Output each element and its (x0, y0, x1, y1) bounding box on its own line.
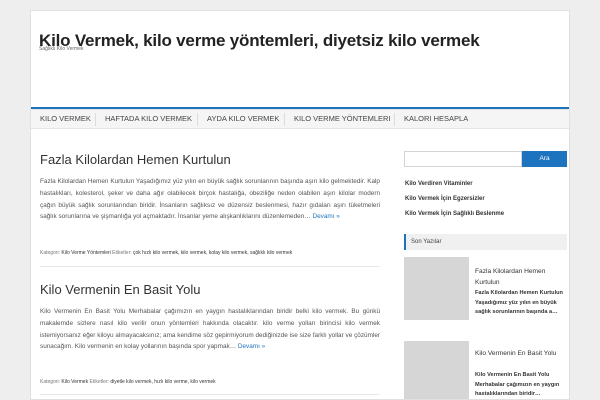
site-description: Sağlıklı Kilo Vermek (39, 46, 84, 52)
recent-post-excerpt: Fazla Kilolardan Hemen Kurtulun Yaşadığı… (475, 290, 563, 316)
meta-tags-links[interactable]: çok hızlı kilo vermek, kilo vermek, kola… (133, 250, 292, 256)
nav-item-kalori-hesapla[interactable]: Kalori Hesapla (404, 110, 468, 129)
post-excerpt: Kilo Vermenin En Basit Yolu Merhabalar ç… (40, 306, 380, 353)
post-title[interactable]: Kilo Vermenin En Basit Yolu (40, 282, 380, 297)
search-input[interactable] (404, 151, 522, 167)
meta-category-link[interactable]: Kilo Vermek (61, 379, 88, 385)
meta-category-link[interactable]: Kilo Verme Yöntemleri (61, 250, 110, 256)
recent-posts-heading: Son Yazılar (404, 234, 567, 250)
sidebar-link[interactable]: Kilo Vermek İçin Egzersizler (405, 196, 485, 202)
nav-item-kilo-verme-yontemleri[interactable]: Kilo Verme Yöntemleri (294, 110, 391, 129)
recent-post-excerpt: Kilo Vermenin En Basit Yolu Merhabalar ç… (475, 372, 560, 398)
meta-tags-label: Etiketler: (89, 379, 109, 385)
nav-item-kilo-vermek[interactable]: Kilo Vermek (40, 110, 91, 129)
recent-post-title[interactable]: Kilo Vermenin En Basit Yolu (475, 348, 569, 359)
nav-separator (197, 113, 198, 126)
post-meta: Kategori: Kilo Vermek Etiketler: diyetle… (40, 379, 216, 385)
read-more-link[interactable]: Devamı » (312, 213, 339, 220)
nav-separator (284, 113, 285, 126)
meta-tags-label: Etiketler: (112, 250, 132, 256)
main-navigation: Kilo Vermek Haftada Kilo Vermek Ayda Kil… (31, 109, 569, 129)
recent-post-title[interactable]: Fazla Kilolardan Hemen Kurtulun (475, 266, 569, 288)
post-divider (40, 266, 380, 267)
sidebar-link[interactable]: Kilo Vermek İçin Sağlıklı Beslenme (405, 211, 504, 217)
post-title[interactable]: Fazla Kilolardan Hemen Kurtulun (40, 152, 380, 167)
post-article: Kilo Vermenin En Basit Yolu (40, 282, 380, 297)
nav-separator (394, 113, 395, 126)
post-excerpt-text: Kilo Vermenin En Basit Yolu Merhabalar ç… (40, 308, 380, 351)
meta-tags-links[interactable]: diyetle kilo vermek, hızlı kilo verme, k… (110, 379, 215, 385)
post-divider (40, 394, 380, 395)
post-article: Fazla Kilolardan Hemen Kurtulun (40, 152, 380, 167)
nav-separator (95, 113, 96, 126)
meta-category-label: Kategori: (40, 250, 61, 256)
post-excerpt-block: Kilo Vermenin En Basit Yolu Merhabalar ç… (40, 306, 380, 353)
post-thumbnail[interactable] (404, 341, 469, 399)
post-thumbnail[interactable] (404, 257, 469, 320)
site-title[interactable]: Kilo Vermek, kilo verme yöntemleri, diye… (39, 31, 480, 51)
sidebar-link[interactable]: Kilo Verdiren Vitaminler (405, 181, 473, 187)
page-container: Kilo Vermek, kilo verme yöntemleri, diye… (30, 10, 570, 400)
post-meta: Kategori: Kilo Verme Yöntemleri Etiketle… (40, 250, 292, 256)
post-excerpt-block: Fazla Kilolardan Hemen Kurtulun Yaşadığı… (40, 176, 380, 223)
read-more-link[interactable]: Devamı » (238, 343, 265, 350)
nav-item-haftada-kilo-vermek[interactable]: Haftada Kilo Vermek (105, 110, 192, 129)
nav-item-ayda-kilo-vermek[interactable]: Ayda Kilo Vermek (207, 110, 279, 129)
search-button[interactable]: Ara (522, 151, 567, 167)
meta-category-label: Kategori: (40, 379, 61, 385)
post-excerpt: Fazla Kilolardan Hemen Kurtulun Yaşadığı… (40, 176, 380, 223)
